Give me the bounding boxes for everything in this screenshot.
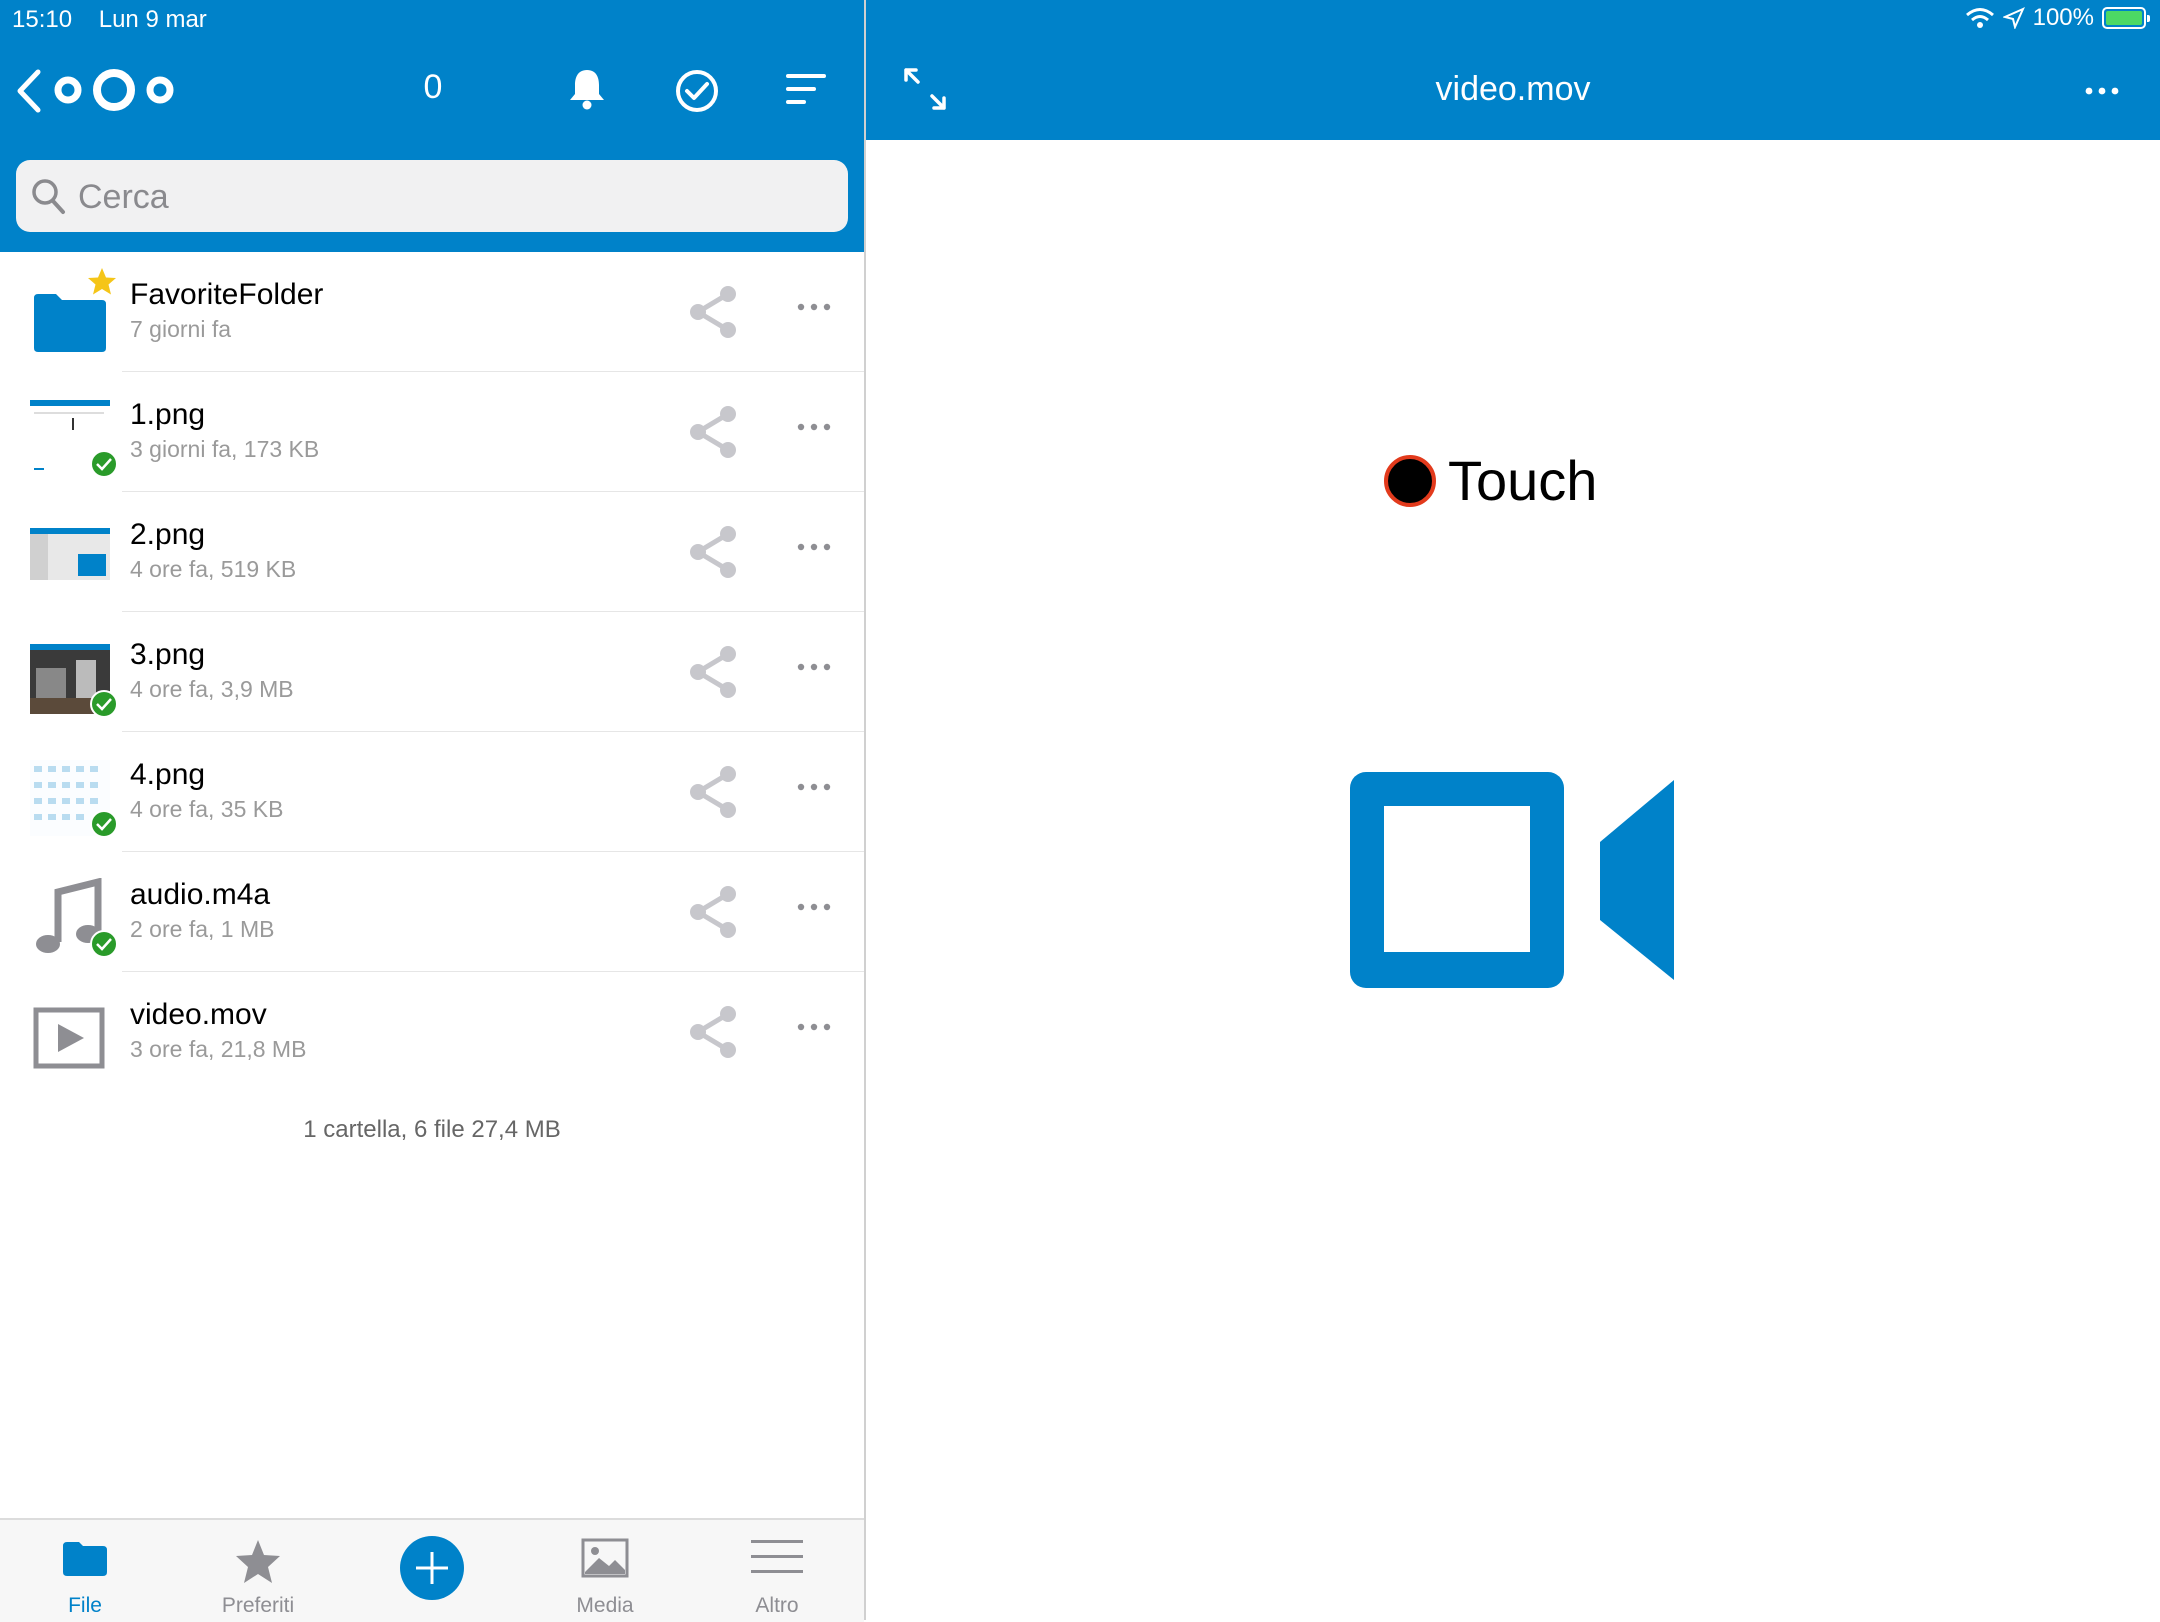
more-icon[interactable]	[796, 422, 832, 432]
more-icon[interactable]	[796, 782, 832, 792]
share-icon[interactable]	[686, 284, 742, 340]
more-icon[interactable]	[796, 662, 832, 672]
folder-icon	[63, 1542, 107, 1576]
synced-check-icon	[90, 690, 118, 718]
file-name: FavoriteFolder	[130, 278, 324, 311]
file-row-1-png[interactable]: 1.png 3 giorni fa, 173 KB	[0, 372, 864, 492]
tab-label: Altro	[755, 1594, 799, 1617]
file-name: 4.png	[130, 758, 206, 791]
nextcloud-logo[interactable]	[52, 64, 176, 116]
search-bar[interactable]	[16, 160, 848, 234]
viewer-title: video.mov	[1435, 70, 1591, 108]
file-row-video-mov[interactable]: video.mov 3 ore fa, 21,8 MB	[0, 972, 864, 1092]
chevron-left-icon[interactable]	[14, 68, 44, 114]
tab-label: File	[68, 1594, 102, 1617]
share-icon[interactable]	[686, 764, 742, 820]
more-icon[interactable]	[796, 1022, 832, 1032]
status-bar: 15:10 Lun 9 mar 100%	[0, 0, 2160, 40]
status-date: Lun 9 mar	[98, 6, 207, 33]
file-name: audio.m4a	[130, 878, 271, 911]
sort-icon[interactable]	[786, 74, 828, 104]
share-icon[interactable]	[686, 404, 742, 460]
file-row-4-png[interactable]: 4.png 4 ore fa, 35 KB	[0, 732, 864, 852]
more-icon[interactable]	[2084, 86, 2120, 96]
status-time: 15:10	[12, 6, 73, 33]
touch-dot-icon	[1384, 454, 1436, 507]
video-file-icon	[33, 1007, 105, 1069]
status-left: 15:10 Lun 9 mar	[12, 6, 227, 34]
synced-check-icon	[90, 450, 118, 478]
viewer-panel: video.mov Touch	[866, 0, 2160, 1620]
synced-check-icon	[90, 930, 118, 958]
transfer-count[interactable]: 0	[418, 68, 448, 107]
file-name: 2.png	[130, 518, 206, 551]
file-row-audio-m4a[interactable]: audio.m4a 2 ore fa, 1 MB	[0, 852, 864, 972]
search-icon	[32, 179, 65, 214]
share-icon[interactable]	[686, 1004, 742, 1060]
tab-altro[interactable]: Altro	[717, 1520, 837, 1620]
favorite-star-icon	[88, 268, 116, 295]
touch-indicator: Touch	[1384, 448, 1597, 513]
touch-label: Touch	[1448, 449, 1598, 512]
share-icon[interactable]	[686, 524, 742, 580]
add-button[interactable]	[400, 1536, 464, 1600]
tab-label: Preferiti	[221, 1594, 295, 1617]
file-meta: 7 giorni fa	[130, 316, 232, 342]
share-icon[interactable]	[686, 644, 742, 700]
menu-icon	[751, 1540, 803, 1573]
search-input[interactable]	[76, 160, 820, 234]
status-right: 100%	[1965, 4, 2150, 32]
file-name: 1.png	[130, 398, 206, 431]
plus-icon	[416, 1552, 448, 1584]
file-meta: 3 giorni fa, 173 KB	[130, 436, 320, 462]
file-meta: 4 ore fa, 35 KB	[130, 796, 284, 822]
tab-media[interactable]: Media	[545, 1520, 665, 1620]
split-divider[interactable]	[864, 0, 866, 1620]
file-list: FavoriteFolder 7 giorni fa 1.png 3 giorn…	[0, 252, 864, 1092]
folder-summary: 1 cartella, 6 file 27,4 MB	[303, 1116, 561, 1143]
file-row-2-png[interactable]: 2.png 4 ore fa, 519 KB	[0, 492, 864, 612]
synced-check-icon	[90, 810, 118, 838]
more-icon[interactable]	[796, 902, 832, 912]
file-meta: 2 ore fa, 1 MB	[130, 916, 275, 942]
file-row-3-png[interactable]: 3.png 4 ore fa, 3,9 MB	[0, 612, 864, 732]
battery-icon	[2102, 7, 2150, 29]
file-meta: 3 ore fa, 21,8 MB	[130, 1036, 307, 1062]
share-icon[interactable]	[686, 884, 742, 940]
tab-label: Media	[576, 1594, 634, 1617]
file-row-favoritefolder[interactable]: FavoriteFolder 7 giorni fa	[0, 252, 864, 372]
more-icon[interactable]	[796, 542, 832, 552]
file-name: 3.png	[130, 638, 206, 671]
tab-file[interactable]: File	[25, 1520, 145, 1620]
battery-percent: 100%	[2032, 4, 2094, 31]
image-thumbnail	[30, 528, 110, 580]
wifi-icon	[1965, 8, 1994, 28]
file-name: video.mov	[130, 998, 267, 1031]
location-icon	[2002, 7, 2025, 29]
file-meta: 4 ore fa, 519 KB	[130, 556, 297, 582]
star-icon	[236, 1540, 280, 1583]
image-icon	[581, 1538, 629, 1578]
video-camera-icon[interactable]	[1348, 770, 1678, 990]
file-browser-panel: 0 Cerca FavoriteFolder 7 giorni fa 1.png…	[0, 0, 864, 1622]
bell-icon[interactable]	[566, 66, 608, 110]
file-meta: 4 ore fa, 3,9 MB	[130, 676, 294, 702]
check-circle-icon[interactable]	[674, 68, 720, 114]
tab-preferiti[interactable]: Preferiti	[198, 1520, 318, 1620]
more-icon[interactable]	[796, 302, 832, 312]
